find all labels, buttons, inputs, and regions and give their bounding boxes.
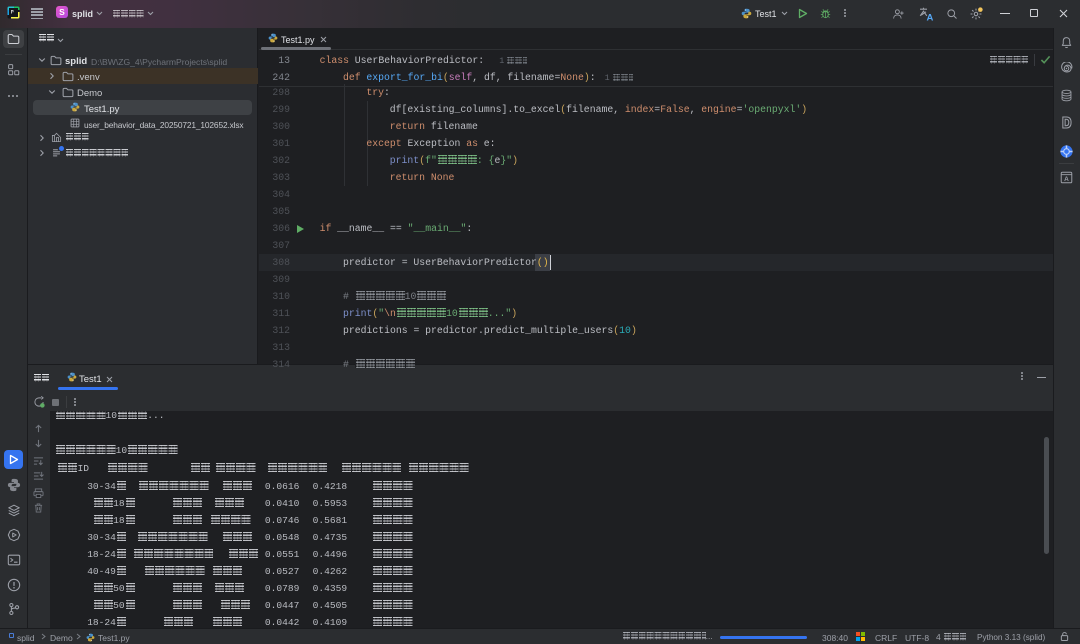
svg-text:A: A [1064,176,1069,183]
svg-text:A: A [927,13,934,22]
